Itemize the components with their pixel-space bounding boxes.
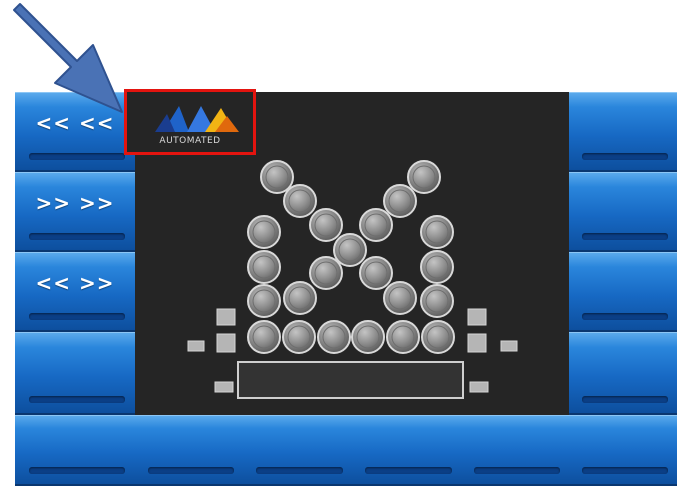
logo-text: AUTOMATED — [159, 136, 221, 146]
tray — [237, 361, 464, 399]
ball-grid — [247, 160, 455, 354]
pointer-arrow-icon — [13, 3, 123, 113]
